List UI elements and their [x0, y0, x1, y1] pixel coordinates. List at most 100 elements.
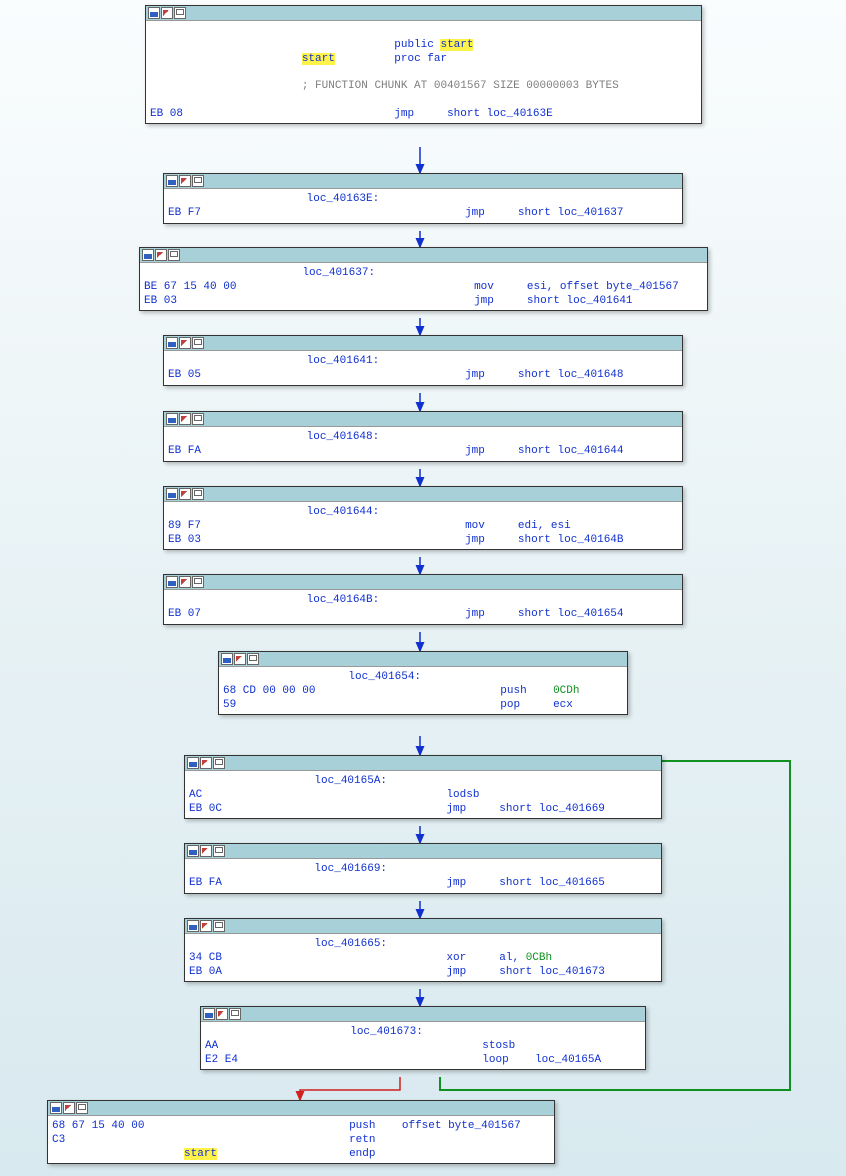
- titlebar-icon: [187, 757, 199, 769]
- asm-comment: ; FUNCTION CHUNK AT 00401567 SIZE 000000…: [150, 80, 697, 94]
- titlebar-icon: [179, 488, 191, 500]
- asm-line: EB 08 jmp short loc_40163E: [150, 108, 697, 122]
- titlebar-icon: [192, 175, 204, 187]
- titlebar-icon: [142, 249, 154, 261]
- asm-line: 68 67 15 40 00 push offset byte_401567: [52, 1120, 550, 1134]
- block-401654[interactable]: loc_401654: 68 CD 00 00 00 push 0CDh 59 …: [218, 651, 628, 715]
- block-label: loc_401637:: [144, 267, 703, 281]
- titlebar-icon: [200, 920, 212, 932]
- titlebar-icon: [174, 7, 186, 19]
- asm-line: BE 67 15 40 00 mov esi, offset byte_4015…: [144, 281, 703, 295]
- titlebar-icon: [166, 413, 178, 425]
- asm-line: EB FA jmp short loc_401665: [189, 877, 657, 891]
- block-label: loc_40163E:: [168, 193, 678, 207]
- block-label: loc_40165A:: [189, 775, 657, 789]
- block-label: loc_401641:: [168, 355, 678, 369]
- asm-line: start endp: [52, 1148, 550, 1162]
- block-titlebar: [146, 6, 701, 21]
- titlebar-icon: [247, 653, 259, 665]
- block-titlebar: [164, 412, 682, 427]
- block-401637[interactable]: loc_401637: BE 67 15 40 00 mov esi, offs…: [139, 247, 708, 311]
- block-label: loc_401669:: [189, 863, 657, 877]
- titlebar-icon: [200, 845, 212, 857]
- titlebar-icon: [166, 175, 178, 187]
- asm-line: EB 03 jmp short loc_401641: [144, 295, 703, 309]
- asm-line: C3 retn: [52, 1134, 550, 1148]
- block-end[interactable]: 68 67 15 40 00 push offset byte_401567 C…: [47, 1100, 555, 1164]
- block-label: loc_401644:: [168, 506, 678, 520]
- titlebar-icon: [168, 249, 180, 261]
- titlebar-icon: [179, 337, 191, 349]
- block-40163E[interactable]: loc_40163E: EB F7 jmp short loc_401637: [163, 173, 683, 224]
- titlebar-icon: [192, 337, 204, 349]
- block-401665[interactable]: loc_401665: 34 CB xor al, 0CBh EB 0A jmp…: [184, 918, 662, 982]
- titlebar-icon: [166, 576, 178, 588]
- block-40165A[interactable]: loc_40165A: AC lodsb EB 0C jmp short loc…: [184, 755, 662, 819]
- block-titlebar: [185, 756, 661, 771]
- asm-line: 59 pop ecx: [223, 699, 623, 713]
- titlebar-icon: [213, 920, 225, 932]
- titlebar-icon: [179, 175, 191, 187]
- block-401673[interactable]: loc_401673: AA stosb E2 E4 loop loc_4016…: [200, 1006, 646, 1070]
- titlebar-icon: [213, 757, 225, 769]
- asm-line: 89 F7 mov edi, esi: [168, 520, 678, 534]
- titlebar-icon: [203, 1008, 215, 1020]
- titlebar-icon: [200, 757, 212, 769]
- titlebar-icon: [192, 488, 204, 500]
- titlebar-icon: [216, 1008, 228, 1020]
- block-titlebar: [185, 919, 661, 934]
- asm-line: EB F7 jmp short loc_401637: [168, 207, 678, 221]
- asm-line: EB 05 jmp short loc_401648: [168, 369, 678, 383]
- block-label: loc_401648:: [168, 431, 678, 445]
- titlebar-icon: [155, 249, 167, 261]
- titlebar-icon: [76, 1102, 88, 1114]
- asm-line: EB 0A jmp short loc_401673: [189, 966, 657, 980]
- block-401648[interactable]: loc_401648: EB FA jmp short loc_401644: [163, 411, 683, 462]
- asm-line: EB 03 jmp short loc_40164B: [168, 534, 678, 548]
- asm-line: start proc far: [150, 53, 697, 67]
- titlebar-icon: [166, 337, 178, 349]
- block-titlebar: [140, 248, 707, 263]
- titlebar-icon: [179, 576, 191, 588]
- block-titlebar: [185, 844, 661, 859]
- asm-line: E2 E4 loop loc_40165A: [205, 1054, 641, 1068]
- titlebar-icon: [234, 653, 246, 665]
- block-401644[interactable]: loc_401644: 89 F7 mov edi, esi EB 03 jmp…: [163, 486, 683, 550]
- asm-line: 34 CB xor al, 0CBh: [189, 952, 657, 966]
- asm-line: 68 CD 00 00 00 push 0CDh: [223, 685, 623, 699]
- block-titlebar: [164, 575, 682, 590]
- block-401669[interactable]: loc_401669: EB FA jmp short loc_401665: [184, 843, 662, 894]
- asm-line: EB 07 jmp short loc_401654: [168, 608, 678, 622]
- titlebar-icon: [187, 845, 199, 857]
- titlebar-icon: [192, 413, 204, 425]
- block-titlebar: [164, 336, 682, 351]
- block-titlebar: [201, 1007, 645, 1022]
- block-label: loc_401654:: [223, 671, 623, 685]
- asm-line: EB FA jmp short loc_401644: [168, 445, 678, 459]
- block-titlebar: [48, 1101, 554, 1116]
- block-titlebar: [219, 652, 627, 667]
- block-titlebar: [164, 174, 682, 189]
- titlebar-icon: [213, 845, 225, 857]
- asm-line: EB 0C jmp short loc_401669: [189, 803, 657, 817]
- block-label: loc_401673:: [205, 1026, 641, 1040]
- titlebar-icon: [179, 413, 191, 425]
- asm-line: AC lodsb: [189, 789, 657, 803]
- titlebar-icon: [221, 653, 233, 665]
- titlebar-icon: [192, 576, 204, 588]
- block-start[interactable]: public start start proc far ; FUNCTION C…: [145, 5, 702, 124]
- titlebar-icon: [229, 1008, 241, 1020]
- titlebar-icon: [50, 1102, 62, 1114]
- block-label: loc_40164B:: [168, 594, 678, 608]
- titlebar-icon: [166, 488, 178, 500]
- block-titlebar: [164, 487, 682, 502]
- block-40164B[interactable]: loc_40164B: EB 07 jmp short loc_401654: [163, 574, 683, 625]
- titlebar-icon: [148, 7, 160, 19]
- asm-line: AA stosb: [205, 1040, 641, 1054]
- asm-line: public start: [150, 39, 697, 53]
- block-label: loc_401665:: [189, 938, 657, 952]
- titlebar-icon: [161, 7, 173, 19]
- block-401641[interactable]: loc_401641: EB 05 jmp short loc_401648: [163, 335, 683, 386]
- titlebar-icon: [63, 1102, 75, 1114]
- titlebar-icon: [187, 920, 199, 932]
